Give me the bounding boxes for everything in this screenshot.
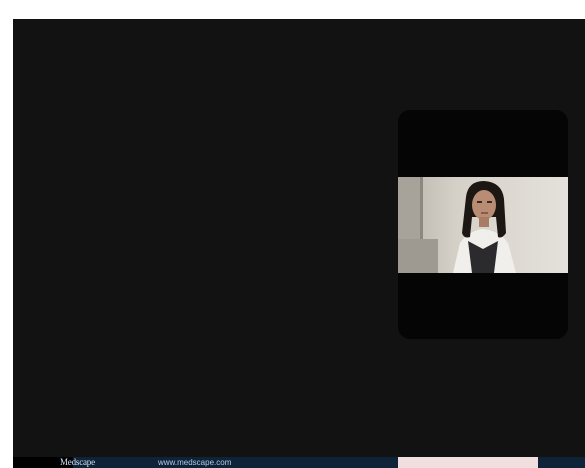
- right-eye: [487, 201, 492, 203]
- mouth: [481, 212, 488, 214]
- left-eye: [477, 201, 482, 203]
- banner-right-panel: [398, 457, 538, 468]
- video-call-window: Medscape www.medscape.com: [13, 19, 585, 468]
- self-view-tile[interactable]: [398, 110, 568, 339]
- banner-tail-block: [538, 457, 585, 468]
- participant-video: [398, 177, 568, 273]
- website-url: www.medscape.com: [158, 458, 232, 467]
- desk: [398, 239, 438, 273]
- participant-video-frame: [398, 177, 568, 273]
- brand-logo-text: Medscape: [60, 457, 95, 467]
- neck: [479, 217, 489, 227]
- footer-banner: Medscape www.medscape.com: [13, 457, 585, 468]
- face: [472, 190, 496, 220]
